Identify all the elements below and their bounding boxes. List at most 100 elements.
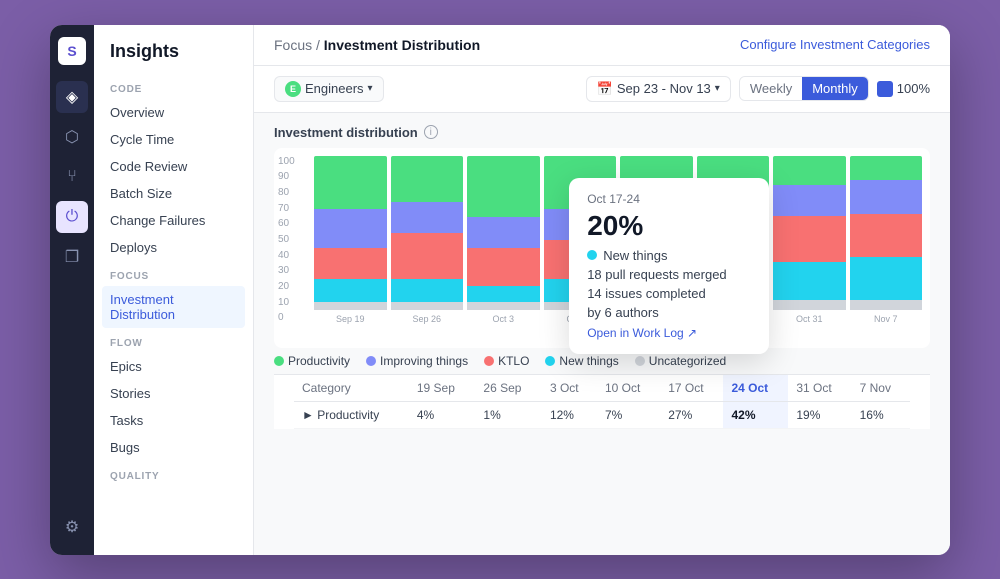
info-icon[interactable]: i	[424, 125, 438, 139]
nav-icon-power[interactable]: ⏻	[56, 201, 88, 233]
chart-area: Investment distribution i Oct 17-24 20% …	[254, 113, 950, 555]
bar-segment-ktlo	[850, 214, 923, 257]
sidebar-item-bugs[interactable]: Bugs	[94, 434, 253, 461]
bar-label: Sep 26	[412, 314, 441, 324]
bar-group[interactable]: Oct 3	[467, 156, 540, 324]
legend-item: Productivity	[274, 354, 350, 368]
bar-segment-new_things	[467, 286, 540, 301]
bar-group[interactable]: Oct 24	[697, 156, 770, 324]
table-header-cell: 7 Nov	[852, 375, 910, 402]
breadcrumb: Focus / Investment Distribution	[274, 37, 480, 53]
bar-segment-ktlo	[773, 216, 846, 262]
sidebar-item-overview[interactable]: Overview	[94, 99, 253, 126]
sidebar-item-epics[interactable]: Epics	[94, 353, 253, 380]
bar-segment-uncategorized	[314, 302, 387, 310]
legend-label: Improving things	[380, 354, 468, 368]
chart-title: Investment distribution	[274, 125, 418, 140]
bar-segment-productivity	[544, 156, 617, 210]
bar-segment-improving	[620, 197, 693, 220]
bar-segment-uncategorized	[773, 300, 846, 309]
table-header-cell: 17 Oct	[660, 375, 723, 402]
table-cell-value: 12%	[542, 401, 597, 428]
chevron-down-icon: ▾	[368, 83, 373, 94]
sidebar-item-batch-size[interactable]: Batch Size	[94, 180, 253, 207]
table-section: Category19 Sep26 Sep3 Oct10 Oct17 Oct24 …	[274, 374, 930, 429]
table-cell-value: 7%	[597, 401, 660, 428]
date-range-label: Sep 23 - Nov 13	[617, 81, 711, 96]
data-table: Category19 Sep26 Sep3 Oct10 Oct17 Oct24 …	[294, 375, 910, 429]
table-header-cell: 10 Oct	[597, 375, 660, 402]
y-axis: 10090807060 50403020100	[278, 156, 295, 324]
table-row: ► Productivity4%1%12%7%27%42%19%16%	[294, 401, 910, 428]
calendar-icon: 📅	[597, 81, 613, 97]
sidebar-item-deploys[interactable]: Deploys	[94, 234, 253, 261]
bar-label: Oct 31	[796, 314, 823, 324]
nav-icon-nodes[interactable]: ◈	[56, 81, 88, 113]
legend-item: Improving things	[366, 354, 468, 368]
sidebar-item-code-review[interactable]: Code Review	[94, 153, 253, 180]
table-cell-value: 42%	[723, 401, 788, 428]
view-toggle: Weekly Monthly	[739, 76, 869, 101]
bar-segment-uncategorized	[697, 302, 770, 310]
bar-segment-new_things	[620, 279, 693, 302]
table-header-cell: 26 Sep	[475, 375, 542, 402]
app-logo[interactable]: S	[58, 37, 86, 65]
sidebar-item-cycle-time[interactable]: Cycle Time	[94, 126, 253, 153]
nav-icon-hex[interactable]: ⬡	[56, 121, 88, 153]
legend-label: Uncategorized	[649, 354, 726, 368]
bar-segment-ktlo	[391, 233, 464, 279]
legend-label: KTLO	[498, 354, 529, 368]
breadcrumb-prefix: Focus /	[274, 37, 324, 53]
legend-dot	[545, 356, 555, 366]
table-header-cell: 19 Sep	[409, 375, 476, 402]
bar-segment-ktlo	[697, 248, 770, 287]
view-btn-monthly[interactable]: Monthly	[802, 77, 868, 100]
tooltip-worklog-link[interactable]: Open in Work Log ↗	[587, 326, 751, 340]
bar-group[interactable]: Sep 26	[391, 156, 464, 324]
bar-group[interactable]: Nov 7	[850, 156, 923, 324]
bar-segment-ktlo	[620, 220, 693, 279]
bar-label: Oct 17	[643, 314, 670, 324]
sidebar-section-code: CODE	[94, 74, 253, 99]
legend-item: KTLO	[484, 354, 529, 368]
engineers-filter[interactable]: E Engineers ▾	[274, 76, 384, 102]
bar-group[interactable]: Oct 31	[773, 156, 846, 324]
sidebar-item-investment-distribution[interactable]: Investment Distribution	[102, 286, 245, 328]
configure-link[interactable]: Configure Investment Categories	[740, 37, 930, 52]
bar-label: Nov 7	[874, 314, 898, 324]
bar-segment-ktlo	[314, 248, 387, 279]
bar-segment-productivity	[850, 156, 923, 181]
sidebar-section-flow: FLOW	[94, 328, 253, 353]
nav-icon-layers[interactable]: ❐	[56, 241, 88, 273]
bar-segment-uncategorized	[391, 302, 464, 310]
bar-segment-uncategorized	[467, 302, 540, 310]
bar-segment-improving	[544, 209, 617, 240]
sidebar-item-change-failures[interactable]: Change Failures	[94, 207, 253, 234]
date-range-btn[interactable]: 📅 Sep 23 - Nov 13 ▾	[586, 76, 731, 102]
bar-group[interactable]: Oct 17	[620, 156, 693, 324]
sidebar-item-tasks[interactable]: Tasks	[94, 407, 253, 434]
legend-item: Uncategorized	[635, 354, 726, 368]
view-btn-weekly[interactable]: Weekly	[740, 77, 802, 100]
engineers-dot: E	[285, 81, 301, 97]
bar-segment-productivity	[391, 156, 464, 202]
table-cell-value: 19%	[788, 401, 851, 428]
sidebar-title: Insights	[94, 41, 253, 74]
bar-group[interactable]: Sep 19	[314, 156, 387, 324]
bar-segment-new_things	[314, 279, 387, 302]
app-window: S ◈ ⬡ ⑂ ⏻ ❐ ⚙ Insights CODE Overview Cyc…	[50, 25, 950, 555]
nav-icon-branch[interactable]: ⑂	[56, 161, 88, 193]
checkbox-icon	[877, 81, 893, 97]
bar-segment-productivity	[697, 156, 770, 221]
bar-segment-improving	[697, 220, 770, 248]
bar-group[interactable]: Oct 10	[544, 156, 617, 324]
legend-dot	[274, 356, 284, 366]
legend-dot	[635, 356, 645, 366]
bar-label: Sep 19	[336, 314, 365, 324]
sidebar-item-stories[interactable]: Stories	[94, 380, 253, 407]
bar-segment-productivity	[467, 156, 540, 218]
bar-segment-productivity	[773, 156, 846, 185]
bar-segment-uncategorized	[544, 302, 617, 310]
nav-icon-settings[interactable]: ⚙	[56, 511, 88, 543]
sidebar: Insights CODE Overview Cycle Time Code R…	[94, 25, 254, 555]
